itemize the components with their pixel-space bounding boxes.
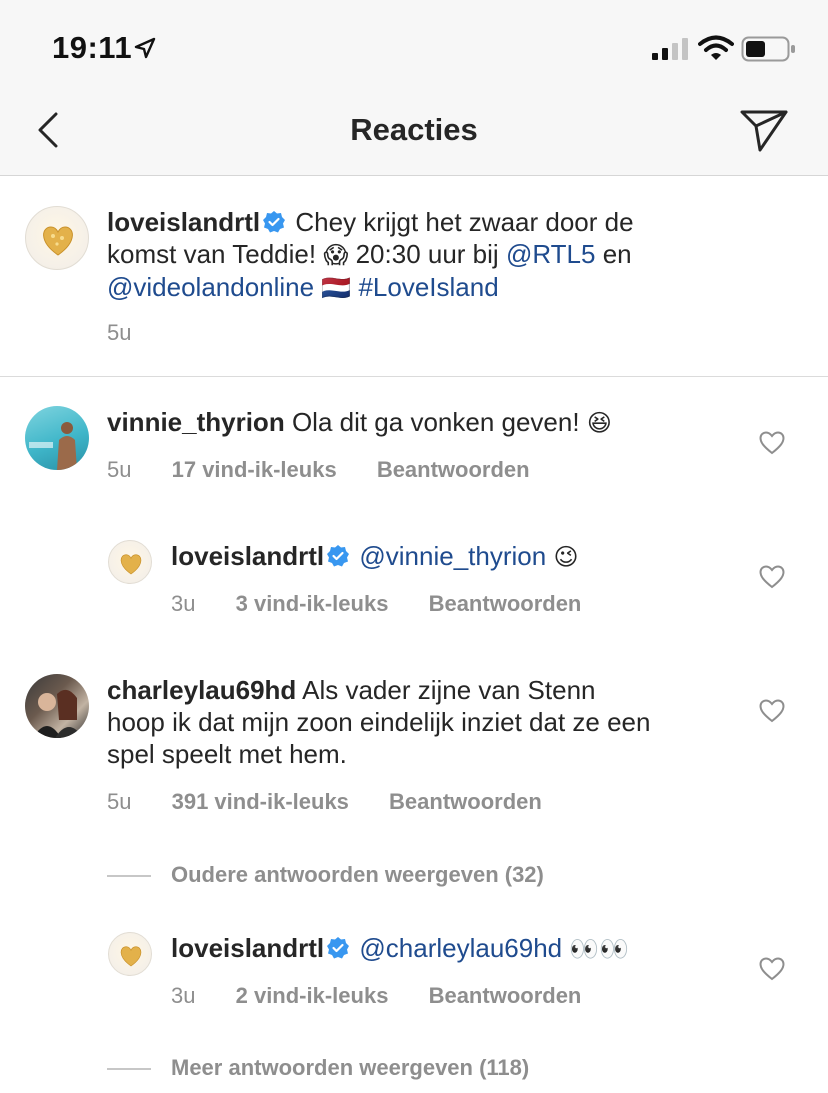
- like-heart-icon[interactable]: [759, 431, 785, 455]
- comment-likes[interactable]: 17 vind-ik-leuks: [172, 457, 337, 482]
- caption-avatar[interactable]: [25, 206, 89, 270]
- mention-charleylau[interactable]: @charleylau69hd: [359, 933, 562, 963]
- netherlands-flag-emoji: 🇳🇱: [321, 274, 352, 302]
- verified-badge-icon: [327, 545, 350, 567]
- mention-vinnie[interactable]: @vinnie_thyrion: [359, 541, 546, 571]
- heart-logo-icon: [120, 946, 142, 967]
- view-more-label: Meer antwoorden weergeven (118): [171, 1055, 530, 1080]
- mention-videolandonline[interactable]: @videolandonline: [107, 272, 314, 302]
- thread-line: [107, 1068, 151, 1071]
- reply-meta: 3u 3 vind-ik-leuks Beantwoorden: [171, 591, 615, 617]
- direct-send-icon[interactable]: [738, 106, 790, 154]
- caption-text-2: komst van Teddie!: [107, 239, 317, 269]
- comment-avatar-charleylau[interactable]: [25, 674, 89, 738]
- location-arrow-icon: [134, 37, 156, 59]
- navigation-bar: Reacties: [0, 88, 828, 176]
- comment-meta: 5u 391 vind-ik-leuks Beantwoorden: [107, 789, 576, 815]
- caption-username[interactable]: loveislandrtl: [107, 207, 260, 237]
- heart-logo-icon: [43, 226, 73, 256]
- reply-avatar-loveislandrtl[interactable]: [108, 932, 152, 976]
- heart-logo-icon: [120, 554, 142, 575]
- reply-button[interactable]: Beantwoorden: [389, 789, 542, 814]
- comment-avatar-vinnie[interactable]: [25, 406, 89, 470]
- reply-age: 3u: [171, 591, 196, 616]
- scream-emoji: 😱: [323, 241, 349, 269]
- eyes-emoji: 👀👀: [569, 935, 630, 963]
- like-heart-icon[interactable]: [759, 565, 785, 589]
- comment-age: 5u: [107, 789, 132, 814]
- view-older-replies-button[interactable]: Oudere antwoorden weergeven (32): [107, 862, 544, 888]
- reply-text: loveislandrtl @vinnie_thyrion 😉: [171, 540, 731, 573]
- reply-likes[interactable]: 2 vind-ik-leuks: [236, 983, 389, 1008]
- comment-text: charleylau69hd Als vader zijne van Stenn…: [107, 674, 737, 770]
- caption-text-1: Chey krijgt het zwaar door de: [295, 207, 634, 237]
- reply-username[interactable]: loveislandrtl: [171, 541, 324, 571]
- reply-username[interactable]: loveislandrtl: [171, 933, 324, 963]
- caption-text-4: en: [602, 239, 632, 269]
- battery-icon: [741, 36, 795, 62]
- caption-text-3: 20:30 uur bij: [355, 239, 499, 269]
- reply-button[interactable]: Beantwoorden: [377, 457, 530, 482]
- comment-username[interactable]: charleylau69hd: [107, 675, 296, 705]
- comment-body-line-3: spel speelt met hem.: [107, 739, 347, 769]
- reply-button[interactable]: Beantwoorden: [429, 591, 582, 616]
- like-heart-icon[interactable]: [759, 699, 785, 723]
- comment-text: vinnie_thyrion Ola dit ga vonken geven! …: [107, 406, 727, 439]
- caption-age: 5u: [107, 320, 132, 345]
- comment-body: Ola dit ga vonken geven!: [291, 407, 580, 437]
- comment-body-line-1: Als vader zijne van Stenn: [302, 675, 596, 705]
- comment-meta: 5u 17 vind-ik-leuks Beantwoorden: [107, 457, 564, 483]
- verified-badge-icon: [327, 937, 350, 959]
- status-time: 19:11: [52, 30, 133, 65]
- comment-age: 5u: [107, 457, 132, 482]
- reply-age: 3u: [171, 983, 196, 1008]
- comment-username[interactable]: vinnie_thyrion: [107, 407, 285, 437]
- reply-text: loveislandrtl @charleylau69hd 👀👀: [171, 932, 731, 965]
- view-more-replies-button[interactable]: Meer antwoorden weergeven (118): [107, 1055, 529, 1081]
- caption-meta: 5u: [107, 320, 165, 346]
- verified-badge-icon: [263, 211, 286, 233]
- profile-photo-icon: [33, 689, 83, 738]
- comment-body-line-2: hoop ik dat mijn zoon eindelijk inziet d…: [107, 707, 651, 737]
- mention-rtl5[interactable]: @RTL5: [506, 239, 596, 269]
- comment-likes[interactable]: 391 vind-ik-leuks: [172, 789, 349, 814]
- hashtag-loveisland[interactable]: #LoveIsland: [358, 272, 498, 302]
- profile-photo-icon: [29, 422, 77, 470]
- reply-likes[interactable]: 3 vind-ik-leuks: [236, 591, 389, 616]
- like-heart-icon[interactable]: [759, 957, 785, 981]
- reply-button[interactable]: Beantwoorden: [429, 983, 582, 1008]
- reply-meta: 3u 2 vind-ik-leuks Beantwoorden: [171, 983, 615, 1009]
- view-older-label: Oudere antwoorden weergeven (32): [171, 862, 544, 887]
- caption-divider: [0, 376, 828, 377]
- caption-text: loveislandrtl Chey krijgt het zwaar door…: [107, 206, 797, 304]
- wifi-icon: [698, 35, 734, 60]
- cellular-signal-icon: [652, 38, 688, 60]
- page-title: Reacties: [350, 112, 478, 147]
- thread-line: [107, 875, 151, 878]
- reply-avatar-loveislandrtl[interactable]: [108, 540, 152, 584]
- wink-emoji: 😉: [553, 543, 579, 571]
- status-bar: 19:11: [0, 0, 828, 88]
- laughing-emoji: 😆: [586, 409, 612, 437]
